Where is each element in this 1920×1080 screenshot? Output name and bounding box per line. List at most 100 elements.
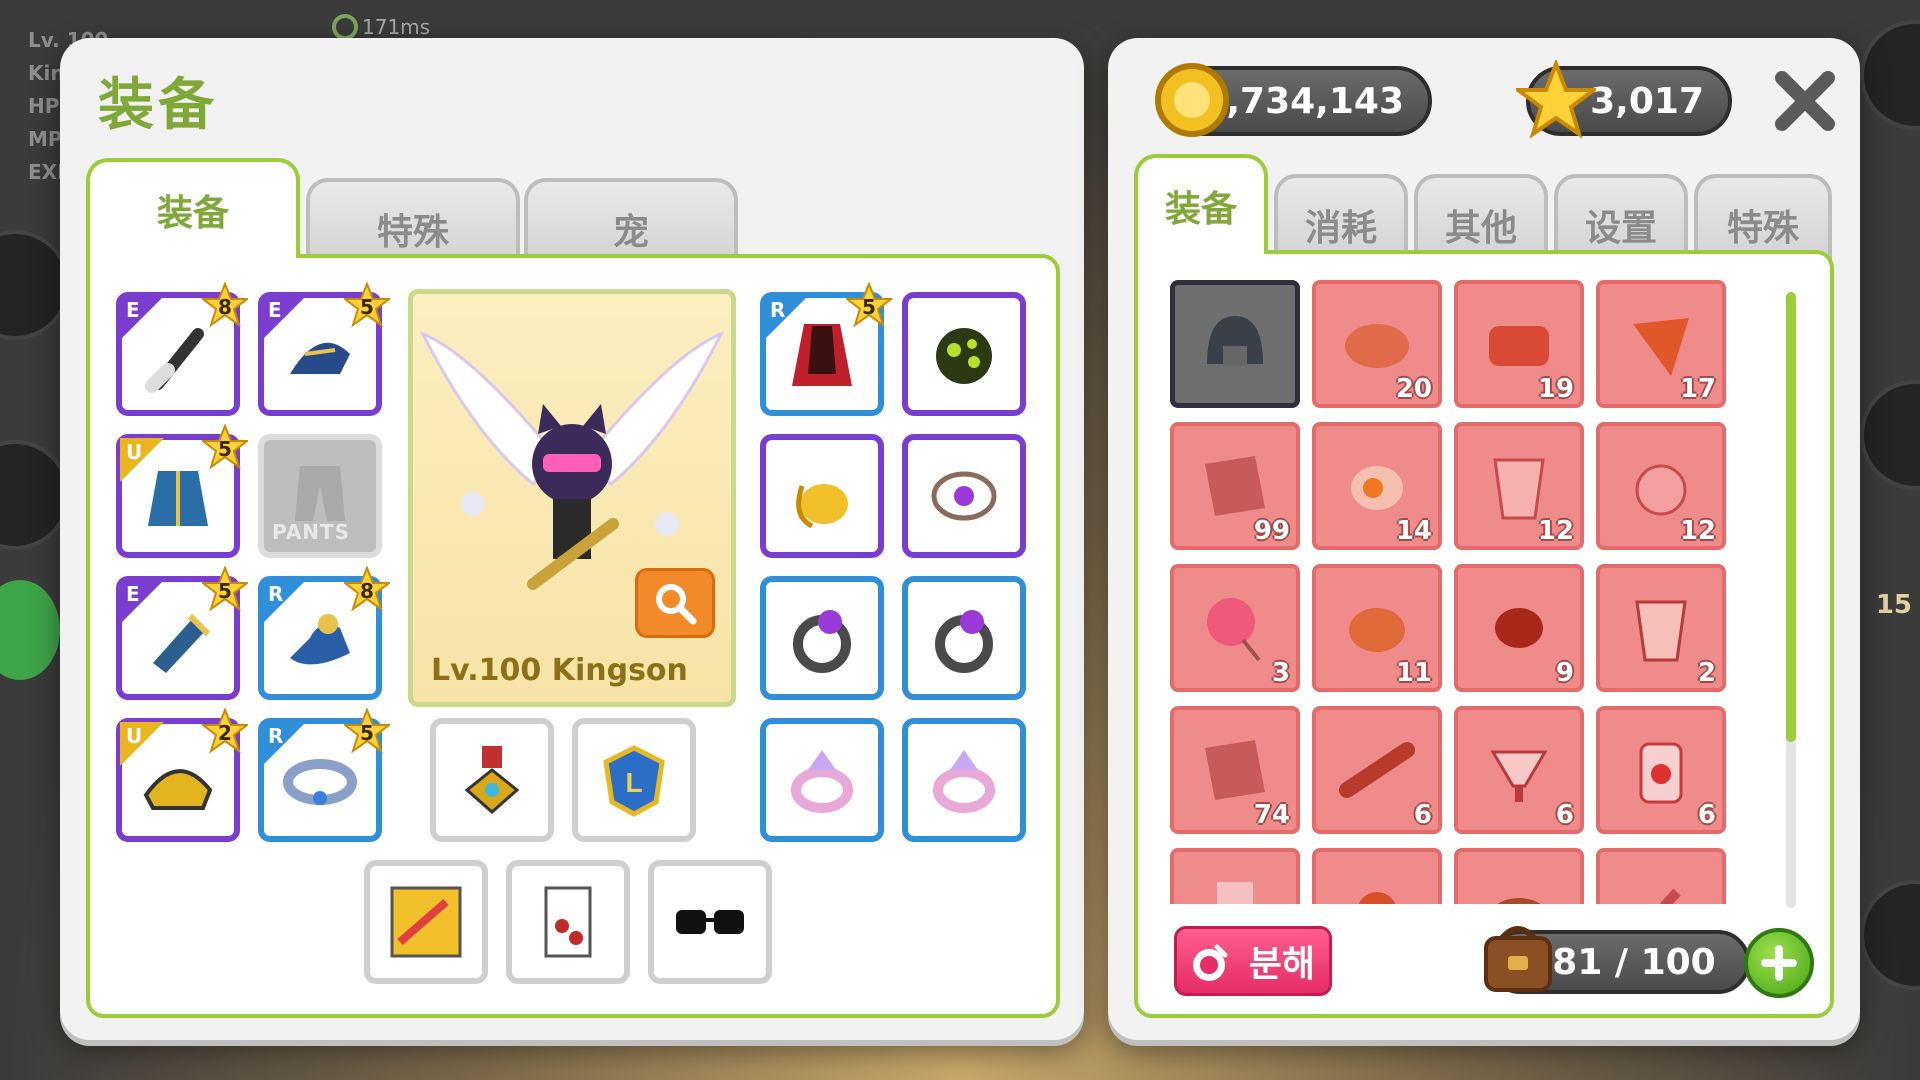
- magnify-button[interactable]: [635, 568, 715, 638]
- close-button[interactable]: [1772, 68, 1838, 134]
- star-badge: 5: [344, 708, 390, 754]
- star-count: 5: [218, 437, 232, 461]
- slot-title[interactable]: [364, 860, 488, 984]
- inventory-panel: 13,734,143 3,017 装备 消耗 其他 设置 特殊 20 19 17…: [1108, 38, 1860, 1040]
- close-icon: [1775, 71, 1835, 131]
- grade-letter: U: [126, 724, 143, 748]
- disassemble-icon: [1193, 944, 1228, 981]
- slot-ring-4[interactable]: [902, 718, 1026, 842]
- item-qty: 14: [1395, 516, 1432, 546]
- slot-emblem[interactable]: [902, 292, 1026, 416]
- star-count: 5: [218, 579, 232, 603]
- panel-title: 装备: [98, 73, 218, 138]
- star-count: 2: [218, 721, 232, 745]
- pizza-icon: [1633, 318, 1689, 376]
- jar-icon: [1639, 742, 1683, 804]
- inventory-slot[interactable]: 14: [1312, 422, 1442, 550]
- ring-icon: [791, 750, 853, 813]
- inventory-slot[interactable]: [1596, 848, 1726, 904]
- star-currency-icon: [1516, 60, 1596, 139]
- bg-counter: 15: [1875, 590, 1912, 620]
- star-count: 5: [360, 721, 374, 745]
- candy-icon: [1207, 598, 1261, 662]
- character-name: Kingson: [551, 653, 688, 688]
- scroll-icon: [1205, 456, 1265, 516]
- helmet-icon: [1207, 316, 1263, 366]
- plus-icon: [1761, 945, 1797, 981]
- grade-letter: E: [126, 582, 140, 606]
- salad-icon: [1358, 892, 1396, 904]
- star-badge: 5: [202, 566, 248, 612]
- scroll-icon: [1205, 740, 1265, 800]
- slot-eye-acc[interactable]: [648, 860, 772, 984]
- cake-icon: [1495, 608, 1543, 648]
- item-qty: 6: [1555, 800, 1574, 830]
- equipment-panel: 装备 装备 特殊 宠 E 8 E 5 U 5 PANTS E 5 R 8 U 2…: [60, 38, 1084, 1040]
- slot-medal[interactable]: [430, 718, 554, 842]
- grade-letter: R: [268, 582, 284, 606]
- slot-badge[interactable]: L: [572, 718, 696, 842]
- inventory-slot[interactable]: 11: [1312, 564, 1442, 692]
- search-icon: [656, 584, 697, 625]
- inventory-slot[interactable]: 12: [1454, 422, 1584, 550]
- expand-inventory-button[interactable]: [1744, 928, 1814, 998]
- slot-pocket[interactable]: [760, 434, 884, 558]
- slot-belt[interactable]: R 5: [258, 708, 390, 842]
- inventory-slot[interactable]: 6: [1596, 706, 1726, 834]
- chick-icon: [1635, 464, 1687, 516]
- inventory-slot[interactable]: 19: [1454, 280, 1584, 408]
- slot-shoulder[interactable]: U 2: [116, 708, 248, 842]
- inventory-slot[interactable]: 99: [1170, 422, 1300, 550]
- slot-gloves[interactable]: E 5: [116, 566, 248, 700]
- inventory-slot[interactable]: 12: [1596, 422, 1726, 550]
- slot-pants[interactable]: PANTS: [258, 434, 382, 558]
- slot-pendant[interactable]: [902, 434, 1026, 558]
- sunglasses-icon: [676, 910, 744, 934]
- slot-ring-2[interactable]: [902, 576, 1026, 700]
- tab-inv-equip[interactable]: 装备: [1134, 154, 1268, 254]
- parfait-icon: [1490, 750, 1548, 802]
- grade-letter: U: [126, 440, 143, 464]
- character-portrait: Lv.100 Kingson: [408, 289, 736, 707]
- inventory-slot[interactable]: 20: [1312, 280, 1442, 408]
- ring-icon: [935, 610, 993, 673]
- bread-block-icon: [1489, 326, 1549, 366]
- item-qty: 9: [1555, 658, 1574, 688]
- star-count: 5: [360, 295, 374, 319]
- slot-top[interactable]: U 5: [116, 424, 248, 558]
- inventory-slot[interactable]: 17: [1596, 280, 1726, 408]
- ping-icon: [332, 14, 358, 40]
- slot-ring-1[interactable]: [760, 576, 884, 700]
- slot-weapon[interactable]: E 8: [116, 282, 248, 416]
- disassemble-button[interactable]: 분해: [1174, 926, 1332, 996]
- inventory-slot[interactable]: [1170, 848, 1300, 904]
- item-qty: 3: [1271, 658, 1290, 688]
- scrollbar-thumb[interactable]: [1786, 292, 1796, 742]
- capacity-text: 81 / 100: [1552, 941, 1716, 983]
- inventory-slot[interactable]: 6: [1454, 706, 1584, 834]
- item-qty: 20: [1395, 374, 1432, 404]
- item-qty: 6: [1697, 800, 1716, 830]
- inventory-slot[interactable]: [1312, 848, 1442, 904]
- slot-cape[interactable]: R 5: [760, 282, 892, 416]
- inventory-slot[interactable]: [1454, 848, 1584, 904]
- disassemble-label: 분해: [1248, 944, 1315, 985]
- ping-indicator: 171ms: [332, 14, 430, 40]
- tab-equip[interactable]: 装备: [86, 158, 300, 258]
- mesos-display: 13,734,143: [1155, 63, 1432, 137]
- slot-shoes[interactable]: R 8: [258, 566, 390, 700]
- slot-ring-3[interactable]: [760, 718, 884, 842]
- inventory-slot-locked[interactable]: [1170, 280, 1300, 408]
- cup-icon: [1493, 458, 1545, 520]
- inventory-slot[interactable]: 6: [1312, 706, 1442, 834]
- slot-hat[interactable]: E 5: [258, 282, 390, 416]
- inventory-slot[interactable]: 2: [1596, 564, 1726, 692]
- inventory-slot[interactable]: 9: [1454, 564, 1584, 692]
- star-badge: 8: [202, 282, 248, 328]
- medal-icon: [464, 746, 520, 814]
- item-qty: 11: [1395, 658, 1432, 688]
- star-badge: 5: [846, 282, 892, 328]
- slot-face-acc[interactable]: [506, 860, 630, 984]
- inventory-slot[interactable]: 3: [1170, 564, 1300, 692]
- inventory-slot[interactable]: 74: [1170, 706, 1300, 834]
